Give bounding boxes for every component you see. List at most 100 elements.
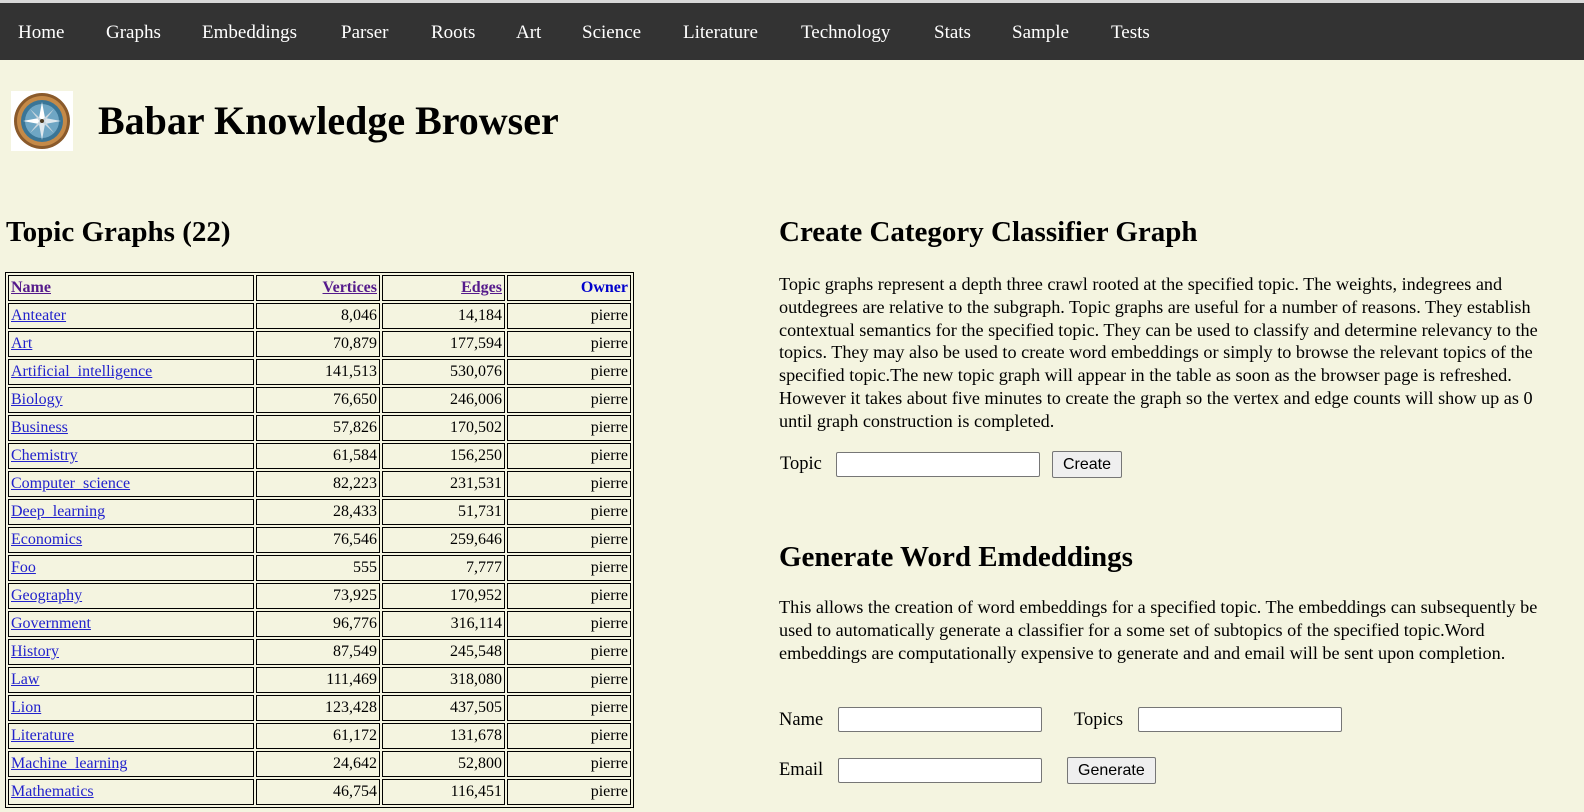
nav-stats[interactable]: Stats [934, 22, 971, 44]
table-row: Artificial_intelligence 141,513 530,076 pie… [8, 359, 631, 385]
nav-graphs[interactable]: Graphs [106, 22, 161, 44]
cell-vertices: 46,754 [256, 779, 380, 805]
table-header-row: Name Vertices Edges Owner [8, 275, 631, 301]
cell-vertices: 24,642 [256, 751, 380, 777]
topics-input[interactable] [1138, 707, 1342, 732]
table-row: Government 96,776 316,114 pierre [8, 611, 631, 637]
column-header-name[interactable]: Name [8, 275, 254, 301]
column-header-edges[interactable]: Edges [382, 275, 505, 301]
table-row: Foo 555 7,777 pierre [8, 555, 631, 581]
table-row: Mathematics 46,754 116,451 pierre [8, 779, 631, 805]
cell-owner: pierre [507, 695, 631, 721]
cell-name: Geography [8, 583, 254, 609]
cell-edges: 437,505 [382, 695, 505, 721]
table-row: Biology 76,650 246,006 pierre [8, 387, 631, 413]
nav-home[interactable]: Home [18, 22, 64, 44]
topic-link[interactable]: Lion [11, 699, 41, 716]
cell-vertices: 82,223 [256, 471, 380, 497]
cell-edges: 530,076 [382, 359, 505, 385]
cell-vertices: 28,433 [256, 499, 380, 525]
topic-link[interactable]: Biology [11, 391, 63, 408]
topic-link[interactable]: Chemistry [11, 447, 78, 464]
topic-link[interactable]: Government [11, 615, 91, 632]
cell-edges: 316,114 [382, 611, 505, 637]
cell-edges: 245,548 [382, 639, 505, 665]
generate-button[interactable]: Generate [1067, 757, 1156, 784]
cell-vertices: 70,879 [256, 331, 380, 357]
sort-by-name-link[interactable]: Name [11, 279, 51, 296]
cell-name: Computer_science [8, 471, 254, 497]
cell-owner: pierre [507, 779, 631, 805]
nav-tests[interactable]: Tests [1111, 22, 1150, 44]
cell-name: Lion [8, 695, 254, 721]
table-row: Machine_learning 24,642 52,800 pierre [8, 751, 631, 777]
cell-owner: pierre [507, 667, 631, 693]
topic-link[interactable]: Economics [11, 531, 82, 548]
classifier-section-title: Create Category Classifier Graph [779, 216, 1198, 248]
nav-parser[interactable]: Parser [341, 22, 388, 44]
cell-name: Law [8, 667, 254, 693]
cell-vertices: 76,546 [256, 527, 380, 553]
nav-embeddings[interactable]: Embeddings [202, 22, 297, 44]
table-row: Chemistry 61,584 156,250 pierre [8, 443, 631, 469]
topic-label: Topic [780, 454, 822, 474]
cell-edges: 7,777 [382, 555, 505, 581]
topic-input[interactable] [836, 452, 1040, 477]
column-header-owner: Owner [507, 275, 631, 301]
nav-technology[interactable]: Technology [801, 22, 890, 44]
table-row: Geography 73,925 170,952 pierre [8, 583, 631, 609]
topic-link[interactable]: Artificial_intelligence [11, 363, 152, 380]
topic-link[interactable]: History [11, 643, 59, 660]
topic-link[interactable]: Deep_learning [11, 503, 105, 520]
create-button[interactable]: Create [1052, 451, 1123, 478]
cell-vertices: 73,925 [256, 583, 380, 609]
column-header-vertices[interactable]: Vertices [256, 275, 380, 301]
table-row: Computer_science 82,223 231,531 pierre [8, 471, 631, 497]
cell-edges: 131,678 [382, 723, 505, 749]
cell-owner: pierre [507, 331, 631, 357]
topic-link[interactable]: Machine_learning [11, 755, 127, 772]
topic-link[interactable]: Mathematics [11, 783, 94, 800]
nav-art[interactable]: Art [516, 22, 541, 44]
table-row: Business 57,826 170,502 pierre [8, 415, 631, 441]
cell-edges: 51,731 [382, 499, 505, 525]
cell-owner: pierre [507, 359, 631, 385]
topic-link[interactable]: Business [11, 419, 68, 436]
cell-vertices: 61,584 [256, 443, 380, 469]
sort-by-edges-link[interactable]: Edges [461, 279, 502, 296]
cell-owner: pierre [507, 499, 631, 525]
topic-link[interactable]: Literature [11, 727, 74, 744]
name-input[interactable] [838, 707, 1042, 732]
email-input[interactable] [838, 758, 1042, 783]
cell-owner: pierre [507, 527, 631, 553]
topic-graphs-table: Name Vertices Edges Owner Anteater 8,046 1… [5, 272, 634, 808]
nav-roots[interactable]: Roots [431, 22, 475, 44]
cell-vertices: 111,469 [256, 667, 380, 693]
table-row: Law 111,469 318,080 pierre [8, 667, 631, 693]
cell-vertices: 57,826 [256, 415, 380, 441]
topic-link[interactable]: Art [11, 335, 32, 352]
topic-link[interactable]: Computer_science [11, 475, 130, 492]
cell-edges: 52,800 [382, 751, 505, 777]
topic-link[interactable]: Anteater [11, 307, 66, 324]
cell-name: Artificial_intelligence [8, 359, 254, 385]
topic-link[interactable]: Geography [11, 587, 82, 604]
cell-name: History [8, 639, 254, 665]
cell-vertices: 87,549 [256, 639, 380, 665]
topic-link[interactable]: Law [11, 671, 39, 688]
nav-sample[interactable]: Sample [1012, 22, 1069, 44]
email-label: Email [779, 760, 824, 780]
nav-science[interactable]: Science [582, 22, 641, 44]
cell-vertices: 76,650 [256, 387, 380, 413]
cell-edges: 259,646 [382, 527, 505, 553]
embeddings-section-title: Generate Word Emdeddings [779, 541, 1133, 573]
cell-edges: 170,952 [382, 583, 505, 609]
cell-name: Art [8, 331, 254, 357]
embeddings-description: This allows the creation of word embeddi… [779, 597, 1538, 663]
nav-literature[interactable]: Literature [683, 22, 758, 44]
cell-owner: pierre [507, 611, 631, 637]
cell-vertices: 141,513 [256, 359, 380, 385]
cell-owner: pierre [507, 555, 631, 581]
sort-by-vertices-link[interactable]: Vertices [323, 279, 378, 296]
topic-link[interactable]: Foo [11, 559, 36, 576]
